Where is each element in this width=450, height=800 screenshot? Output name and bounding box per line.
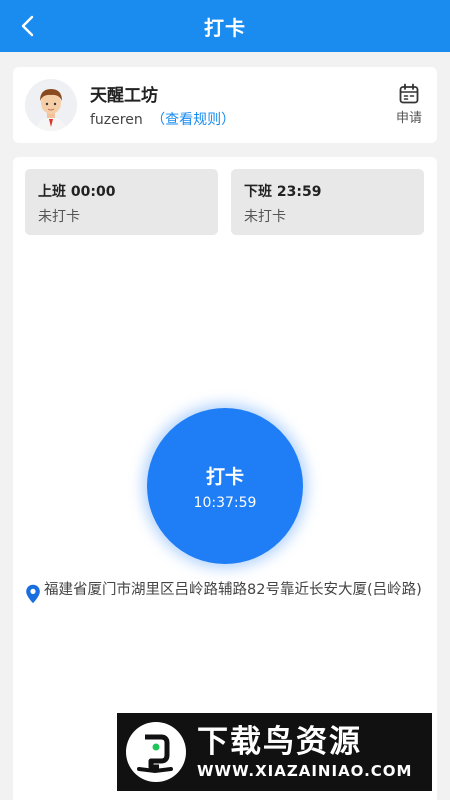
top-bar: 打卡 (0, 0, 450, 52)
shift-start-title: 上班 00:00 (38, 184, 116, 200)
location-address: 福建省厦门市湖里区吕岭路辅路82号靠近长安大厦(吕岭路) (44, 582, 422, 598)
username: fuzeren (90, 112, 143, 128)
chevron-left-icon (21, 15, 34, 37)
clock-in-label: 打卡 (205, 465, 244, 488)
shift-start-status: 未打卡 (38, 209, 80, 225)
bird-logo-icon (126, 722, 186, 782)
location-row: 福建省厦门市湖里区吕岭路辅路82号靠近长安大厦(吕岭路) (25, 580, 425, 604)
watermark: 下载鸟资源 WWW.XIAZAINIAO.COM (117, 713, 432, 791)
map-pin-icon (26, 584, 40, 604)
shift-start-box[interactable]: 上班 00:00 未打卡 (25, 169, 218, 235)
company-name: 天醒工坊 (90, 86, 158, 106)
profile-card: 天醒工坊 fuzeren （查看规则） 申请 (13, 67, 437, 143)
shift-end-title: 下班 23:59 (244, 184, 322, 200)
shift-end-status: 未打卡 (244, 209, 286, 225)
current-time: 10:37:59 (193, 494, 257, 511)
user-line: fuzeren （查看规则） (90, 109, 235, 129)
calendar-icon (399, 83, 419, 104)
apply-button[interactable]: 申请 (391, 83, 427, 127)
watermark-url: WWW.XIAZAINIAO.COM (197, 762, 413, 780)
watermark-title: 下载鸟资源 (197, 724, 362, 760)
shift-end-box[interactable]: 下班 23:59 未打卡 (231, 169, 424, 235)
clock-in-button[interactable]: 打卡 10:37:59 (147, 408, 303, 564)
view-rules-link[interactable]: （查看规则） (151, 112, 235, 128)
page-title: 打卡 (204, 15, 246, 40)
back-button[interactable] (12, 10, 44, 42)
clock-in-panel: 上班 00:00 未打卡 下班 23:59 未打卡 打卡 10:37:59 福建… (13, 157, 437, 800)
avatar (25, 79, 77, 131)
apply-label: 申请 (395, 111, 422, 126)
